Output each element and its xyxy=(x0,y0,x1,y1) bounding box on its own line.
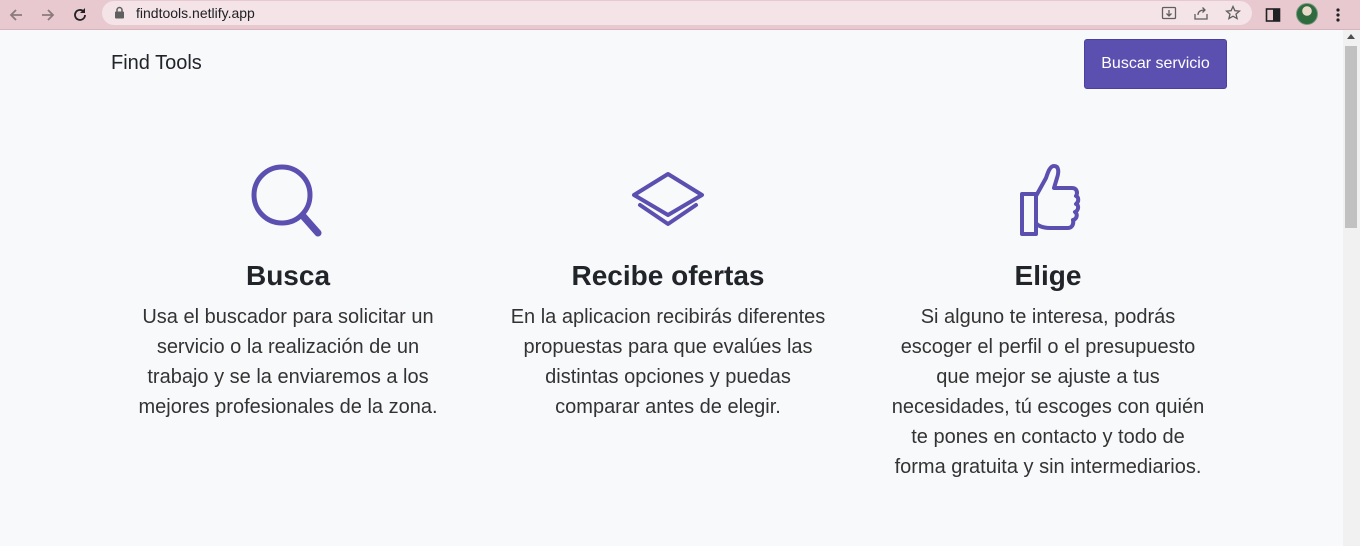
profile-avatar[interactable] xyxy=(1296,3,1318,25)
forward-button[interactable] xyxy=(36,3,60,27)
feature-description: Si alguno te interesa, podrás escoger el… xyxy=(891,306,1205,478)
search-service-button[interactable]: Buscar servicio xyxy=(1084,39,1227,89)
lock-icon xyxy=(114,6,125,24)
feature-title: Recibe ofertas xyxy=(571,260,765,291)
page-scrollbar[interactable] xyxy=(1343,30,1360,546)
share-icon[interactable] xyxy=(1192,4,1210,22)
layers-icon xyxy=(632,172,704,226)
address-bar[interactable]: findtools.netlify.app xyxy=(102,1,1252,25)
back-button[interactable] xyxy=(4,3,28,27)
feature-busca: Busca Usa el buscador para solicitar un … xyxy=(128,160,448,422)
reload-icon xyxy=(74,8,86,21)
browser-toolbar: findtools.netlify.app xyxy=(0,0,1360,30)
arrow-right-icon xyxy=(42,9,55,21)
scroll-thumb[interactable] xyxy=(1345,46,1357,228)
thumbs-up-icon xyxy=(1020,164,1081,236)
side-panel-icon[interactable] xyxy=(1261,3,1285,27)
menu-icon[interactable] xyxy=(1326,3,1350,27)
feature-description: En la aplicacion recibirás diferentes pr… xyxy=(510,306,826,418)
feature-recibe-ofertas: Recibe ofertas En la aplicacion recibirá… xyxy=(503,160,833,422)
star-icon[interactable] xyxy=(1224,4,1242,22)
install-app-icon[interactable] xyxy=(1160,4,1178,22)
search-icon xyxy=(251,164,322,237)
reload-button[interactable] xyxy=(68,3,92,27)
feature-title: Elige xyxy=(1014,260,1082,291)
url-text: findtools.netlify.app xyxy=(136,5,255,21)
brand-logo[interactable]: Find Tools xyxy=(111,52,202,75)
feature-description: Usa el buscador para solicitar un servic… xyxy=(138,306,438,418)
feature-title: Busca xyxy=(245,260,331,291)
arrow-left-icon xyxy=(9,9,22,21)
feature-elige: Elige Si alguno te interesa, podrás esco… xyxy=(883,160,1213,482)
scroll-up-arrow-icon[interactable] xyxy=(1347,34,1355,39)
